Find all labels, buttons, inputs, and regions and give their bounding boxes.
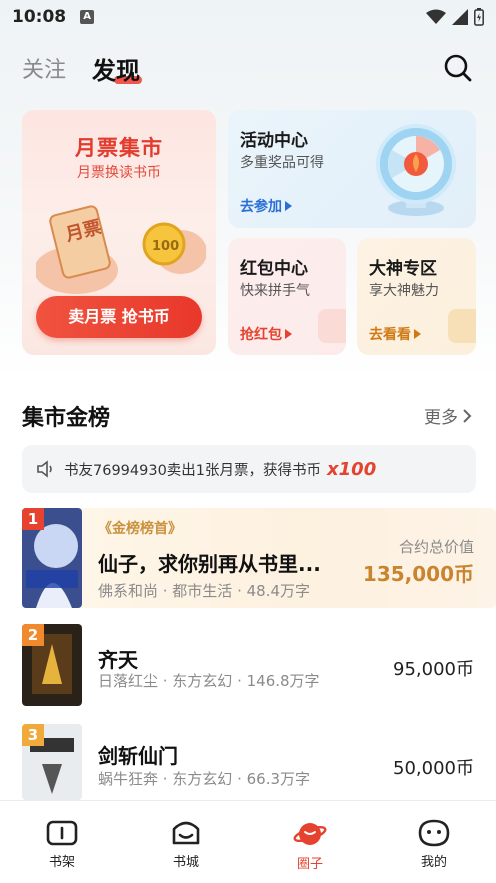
nav-profile[interactable]: 我的 — [372, 801, 496, 883]
rank-badge: 1 — [22, 508, 44, 530]
prize-wheel-icon — [376, 124, 456, 216]
book-price: 135,000币 — [362, 562, 474, 586]
great-author-zone-card[interactable]: 大神专区 享大神魅力 去看看 — [357, 238, 476, 355]
rank-badge: 2 — [22, 624, 44, 646]
section-title: 集市金榜 — [22, 406, 111, 431]
book-title[interactable]: 齐天 — [98, 644, 138, 673]
activity-link-label: 去参加 — [240, 199, 282, 215]
god-zone-title: 大神专区 — [369, 259, 437, 279]
nav-label: 圈子 — [296, 857, 323, 872]
sell-ticket-button[interactable]: 卖月票 抢书币 — [36, 296, 202, 338]
play-arrow-icon — [414, 329, 421, 339]
status-bar: 10:08 A — [0, 0, 496, 34]
book-meta: 佛系和尚 · 都市生活 · 48.4万字 — [98, 582, 311, 600]
play-arrow-icon — [285, 201, 292, 211]
book-price: 50,000币 — [393, 758, 474, 779]
book-title[interactable]: 剑斩仙门 — [98, 740, 178, 769]
activity-title: 活动中心 — [240, 131, 308, 151]
more-label: 更多 — [424, 408, 458, 428]
contract-value-label: 合约总价值 — [398, 538, 474, 556]
god-zone-link-label: 去看看 — [369, 327, 411, 343]
nav-bookshelf[interactable]: 书架 — [0, 801, 124, 883]
book-cover-1[interactable]: 1 — [22, 508, 82, 608]
wifi-icon — [426, 9, 446, 24]
nav-label: 书城 — [172, 855, 199, 870]
tab-discover[interactable]: 发现 — [92, 51, 143, 86]
red-packet-title: 红包中心 — [240, 259, 308, 279]
tab-discover-label: 发现 — [92, 56, 141, 85]
top-rank-tag: 《金榜榜首》 — [98, 521, 182, 537]
profile-icon — [418, 819, 450, 847]
notification-icon: A — [80, 10, 95, 24]
promo-title: 月票集市 — [75, 136, 163, 160]
tab-follow[interactable]: 关注 — [22, 52, 66, 84]
status-icons — [426, 8, 484, 26]
god-zone-subtitle: 享大神魅力 — [369, 283, 439, 299]
nav-label: 我的 — [420, 855, 447, 870]
book-cover-2[interactable]: 2 — [22, 624, 82, 706]
monthly-ticket-market-card[interactable]: 月票集市 月票换读书币 月票 100 卖月票 抢书币 — [22, 110, 216, 355]
signal-icon — [452, 9, 468, 25]
promo-subtitle: 月票换读书币 — [77, 165, 161, 181]
activity-center-card[interactable]: 活动中心 多重奖品可得 去参加 — [228, 110, 476, 228]
planet-icon — [293, 823, 327, 845]
red-packet-link-label: 抢红包 — [240, 327, 282, 343]
nav-bookstore[interactable]: 书城 — [124, 801, 248, 883]
red-packet-center-card[interactable]: 红包中心 快来拼手气 抢红包 — [228, 238, 346, 355]
notice-text: 书友76994930卖出1张月票，获得书币 — [64, 462, 322, 479]
more-link[interactable]: 更多 — [424, 403, 472, 428]
speaker-icon — [37, 460, 52, 478]
star-badge-icon — [448, 309, 476, 343]
red-packet-subtitle: 快来拼手气 — [240, 283, 310, 299]
trade-notice-bar: 书友76994930卖出1张月票，获得书币 x100 — [22, 445, 476, 493]
ticket-and-coin-illustration: 月票 100 — [36, 205, 206, 294]
bookshelf-icon — [46, 820, 78, 846]
activity-subtitle: 多重奖品可得 — [240, 155, 324, 171]
nav-label: 书架 — [48, 855, 75, 870]
chevron-right-icon — [463, 408, 472, 423]
bookstore-icon — [172, 821, 200, 845]
notice-multiplier: x100 — [327, 458, 377, 480]
book-cover-3[interactable]: 3 — [22, 724, 82, 800]
battery-icon — [474, 8, 484, 26]
book-title[interactable]: 仙子，求你别再从书里... — [98, 548, 321, 577]
book-meta: 蜗牛狂奔 · 东方玄幻 · 66.3万字 — [98, 770, 311, 788]
god-zone-link[interactable]: 去看看 — [369, 324, 421, 344]
activity-join-link[interactable]: 去参加 — [240, 196, 292, 216]
play-arrow-icon — [285, 329, 292, 339]
book-price: 95,000币 — [393, 659, 474, 680]
book-meta: 日落红尘 · 东方玄幻 · 146.8万字 — [98, 672, 320, 690]
bottom-nav: 书架 书城 圈子 我的 — [0, 800, 496, 883]
red-envelope-icon — [318, 309, 346, 343]
svg-text:100: 100 — [152, 239, 179, 254]
nav-circle[interactable]: 圈子 — [248, 801, 372, 883]
search-icon[interactable] — [442, 52, 474, 84]
top-header: 关注 发现 — [0, 44, 496, 92]
rank-badge: 3 — [22, 724, 44, 746]
status-time: 10:08 — [12, 7, 67, 27]
grab-red-packet-link[interactable]: 抢红包 — [240, 324, 292, 344]
